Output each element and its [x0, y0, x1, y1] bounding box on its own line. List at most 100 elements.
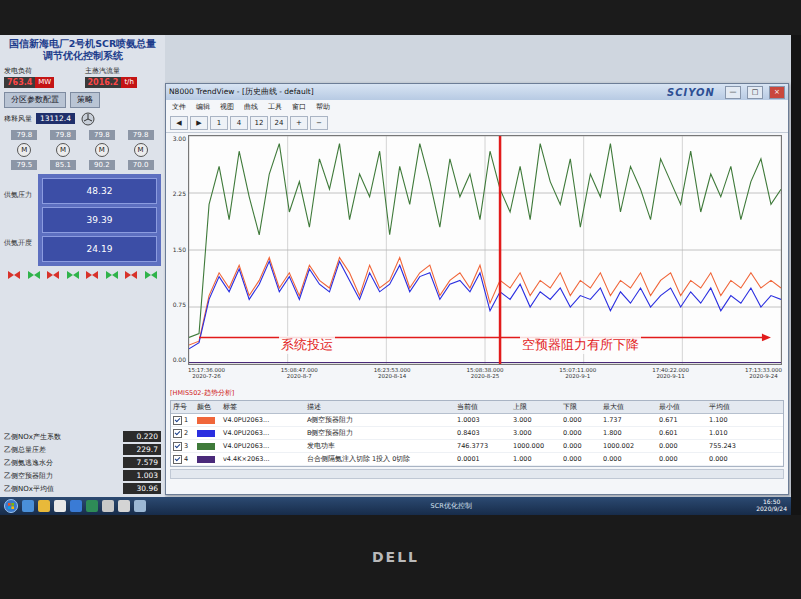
menu-item[interactable]: 视图 — [220, 102, 234, 112]
menu-item[interactable]: 窗口 — [292, 102, 306, 112]
readout-value: 2016.2 — [85, 77, 122, 88]
toolbar-button[interactable]: + — [290, 116, 308, 130]
valve-top-value: 79.8 — [50, 130, 76, 140]
menu-item[interactable]: 工具 — [268, 102, 282, 112]
stat-value: 7.579 — [123, 457, 161, 468]
toolbar-button[interactable]: ▶ — [190, 116, 208, 130]
readout-value-line: 763.4MW — [4, 77, 81, 88]
stat-row: 乙侧NOx产生系数0.220 — [4, 431, 161, 442]
valve-icon — [125, 270, 137, 280]
plot-area[interactable]: 系统投运空预器阻力有所下降 — [188, 135, 782, 365]
taskbar-app-icon[interactable] — [118, 500, 130, 512]
taskbar-app-icon[interactable] — [86, 500, 98, 512]
series-table: 序号颜色标签描述当前值上限下限最大值最小值平均值1V4.0PU2063...A侧… — [170, 400, 784, 467]
clock[interactable]: 16:502020/9/24 — [756, 499, 787, 512]
taskbar-app-icon[interactable] — [134, 500, 146, 512]
window-control[interactable]: □ — [747, 86, 763, 99]
stat-value: 30.96 — [123, 483, 161, 494]
header-cell: 标签 — [221, 401, 305, 413]
taskbar-app-icon[interactable] — [54, 500, 66, 512]
motor-valve[interactable]: M — [134, 143, 148, 157]
stat-label: 乙侧空预器阻力 — [4, 471, 53, 481]
row-checkbox[interactable] — [173, 429, 182, 438]
toolbar-button[interactable]: 4 — [230, 116, 248, 130]
header-cell: 上限 — [511, 401, 561, 413]
taskbar-app-icon[interactable] — [102, 500, 114, 512]
current-cell: 0.8403 — [455, 427, 511, 439]
toolbar-button[interactable]: 24 — [270, 116, 288, 130]
valve-icon — [145, 270, 157, 280]
window-control[interactable]: — — [725, 86, 741, 99]
stat-row: 乙侧空预器阻力 1.003 — [4, 470, 161, 481]
menu-item[interactable]: 曲线 — [244, 102, 258, 112]
table-row[interactable]: 4v4.4K×2063...台合侧隔氨注入切除 1投入 0切除0.00011.0… — [171, 453, 783, 466]
stat-value: 1.003 — [123, 470, 161, 481]
index-cell: 2 — [171, 427, 195, 439]
toolbar: ◀▶141224+− — [166, 114, 788, 133]
motor-valve[interactable]: M — [17, 143, 31, 157]
readout: 主蒸汽流量2016.2t/h — [85, 66, 162, 88]
toolbar-button[interactable]: 12 — [250, 116, 268, 130]
reactor-blocks: 48.3239.3924.19 — [38, 174, 161, 266]
trend-chart — [189, 136, 781, 364]
color-cell — [195, 453, 221, 465]
motor-valve[interactable]: M — [95, 143, 109, 157]
readout-unit: MW — [35, 77, 54, 88]
hmi-button[interactable]: 策略 — [70, 92, 100, 108]
low-cell: 0.000 — [561, 427, 601, 439]
valve-top-value: 79.8 — [128, 130, 154, 140]
start-orb-icon[interactable] — [4, 499, 18, 513]
tag-cell: V4.0PU2063... — [221, 427, 305, 439]
toolbar-button[interactable]: 1 — [210, 116, 228, 130]
readout-value: 763.4 — [4, 77, 35, 88]
trend-window: N8000 TrendView - [历史曲线 - default]SCIYON… — [165, 83, 789, 495]
desktop-main: 国信新海电厂2号机SCR喷氨总量调节优化控制系统发电负荷763.4MW主蒸汽流量… — [0, 35, 791, 497]
menu-item[interactable]: 编辑 — [196, 102, 210, 112]
monitor: 国信新海电厂2号机SCR喷氨总量调节优化控制系统发电负荷763.4MW主蒸汽流量… — [0, 0, 801, 599]
color-cell — [195, 427, 221, 439]
toolbar-button[interactable]: − — [310, 116, 328, 130]
valve-icon — [8, 270, 20, 280]
table-row[interactable]: 2V4.0PU2063...B侧空预器阻力0.84033.0000.0001.8… — [171, 427, 783, 440]
hmi-button[interactable]: 分区参数配置 — [4, 92, 66, 108]
row-checkbox[interactable] — [173, 442, 182, 451]
y-axis: 3.002.251.500.750.00 — [168, 135, 186, 363]
taskbar-app-icon[interactable] — [22, 500, 34, 512]
window-control[interactable]: × — [769, 86, 785, 99]
taskbar-app-icon[interactable] — [70, 500, 82, 512]
valve-top-value: 79.8 — [89, 130, 115, 140]
min-cell: 0.671 — [657, 414, 707, 426]
bezel-bottom: DELL — [0, 515, 801, 599]
chart-section: 3.002.251.500.750.00系统投运空预器阻力有所下降15:17:3… — [166, 133, 788, 387]
horizontal-scrollbar[interactable] — [170, 469, 784, 479]
row-checkbox[interactable] — [173, 455, 182, 464]
series-line — [189, 261, 781, 348]
x-tick: 15:07:11.0002020-9-1 — [559, 367, 596, 387]
stat-label: 乙侧NOx平均值 — [4, 484, 54, 494]
low-cell: 0.000 — [561, 414, 601, 426]
taskbar-app-icon[interactable] — [38, 500, 50, 512]
stat-row: 乙侧总量压差229.7 — [4, 444, 161, 455]
chart-annotation: 系统投运 — [279, 336, 335, 354]
stat-label: 乙侧NOx产生系数 — [4, 432, 61, 442]
current-cell: 746.3773 — [455, 440, 511, 452]
readout-label: 发电负荷 — [4, 66, 81, 76]
high-cell: 1000.000 — [511, 440, 561, 452]
avg-cell: 0.000 — [707, 453, 757, 465]
table-row[interactable]: 3V4.0PU2063...发电功率746.37731000.0000.0001… — [171, 440, 783, 453]
side-label: 供氨开度 — [4, 239, 34, 248]
menu-item[interactable]: 文件 — [172, 102, 186, 112]
hmi-button-row: 分区参数配置策略 — [4, 92, 161, 108]
toolbar-button[interactable]: ◀ — [170, 116, 188, 130]
min-cell: 0.601 — [657, 427, 707, 439]
tag-cell: v4.4K×2063... — [221, 453, 305, 465]
tag-cell: V4.0PU2063... — [221, 440, 305, 452]
min-cell: 0.000 — [657, 453, 707, 465]
valve-icon — [86, 270, 98, 280]
menu-item[interactable]: 帮助 — [316, 102, 330, 112]
color-swatch — [197, 456, 215, 463]
valve-grid: 79.879.879.879.8MMMM79.585.190.270.0 — [4, 130, 161, 170]
row-checkbox[interactable] — [173, 416, 182, 425]
table-row[interactable]: 1V4.0PU2063...A侧空预器阻力1.00033.0000.0001.7… — [171, 414, 783, 427]
motor-valve[interactable]: M — [56, 143, 70, 157]
